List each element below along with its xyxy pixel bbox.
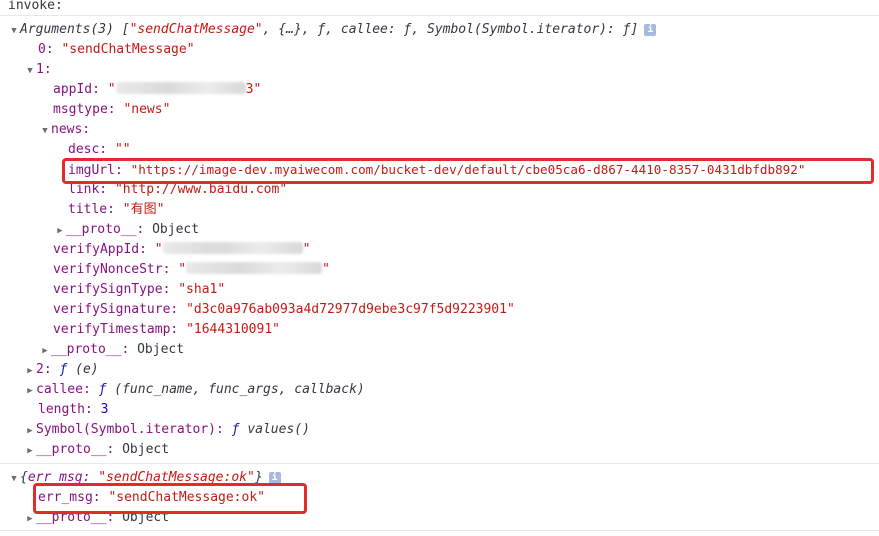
arg0-row: 0: "sendChatMessage"	[38, 42, 195, 57]
title-row: title: "有图"	[68, 202, 165, 217]
news-proto-row[interactable]: ▶ __proto__: Object	[54, 220, 199, 240]
verifysigntype-row: verifySignType: "sha1"	[53, 282, 226, 297]
verifynoncestr-row: verifyNonceStr: " "	[53, 262, 330, 277]
arg1-row[interactable]: ▼ 1:	[24, 60, 51, 81]
news-row[interactable]: ▼ news:	[39, 120, 90, 140]
arguments-summary-row[interactable]: ▼ Arguments(3) ["sendChatMessage", {…}, ƒ…	[8, 20, 657, 41]
console-separator	[0, 15, 879, 16]
collapsed-triangle-icon[interactable]: ▶	[24, 421, 36, 441]
console-separator	[0, 463, 879, 464]
expand-triangle-icon[interactable]: ▼	[39, 121, 51, 141]
verifysignature-row: verifySignature: "d3c0a976ab093a4d72977d…	[53, 302, 515, 317]
arguments-prefix: Arguments(3) [	[20, 22, 130, 37]
redacted-blur	[186, 262, 323, 274]
callee-row[interactable]: ▶ callee: ƒ (func_name, func_args, callba…	[24, 380, 364, 401]
collapsed-triangle-icon[interactable]: ▶	[24, 361, 36, 381]
arguments-proto-row[interactable]: ▶ __proto__: Object	[24, 440, 169, 460]
desc-row: desc: ""	[68, 142, 131, 157]
arguments-first: "sendChatMessage"	[129, 22, 263, 37]
collapsed-triangle-icon[interactable]: ▶	[54, 221, 66, 241]
length-row: length: 3	[38, 402, 109, 417]
redacted-blur	[162, 242, 303, 254]
arg2-row[interactable]: ▶ 2: ƒ (e)	[24, 360, 98, 381]
verifyappid-row: verifyAppId: " "	[53, 242, 311, 257]
redacted-blur	[115, 82, 246, 94]
arguments-rest: , {…}, ƒ, callee: ƒ, Symbol(Symbol.itera…	[262, 22, 639, 37]
collapsed-triangle-icon[interactable]: ▶	[39, 341, 51, 361]
msgtype-row: msgtype: "news"	[53, 102, 171, 117]
collapsed-triangle-icon[interactable]: ▶	[24, 441, 36, 461]
expand-triangle-icon[interactable]: ▼	[8, 21, 20, 41]
collapsed-triangle-icon[interactable]: ▶	[24, 381, 36, 401]
invoke-label: invoke:	[8, 0, 63, 13]
expand-triangle-icon[interactable]: ▼	[24, 61, 36, 81]
appid-row: appId: " 3"	[53, 82, 262, 97]
console-separator	[0, 530, 879, 531]
imgurl-highlight-box	[62, 158, 874, 184]
symbol-iterator-row[interactable]: ▶ Symbol(Symbol.iterator): ƒ values()	[24, 420, 310, 440]
arg1-proto-row[interactable]: ▶ __proto__: Object	[39, 340, 184, 360]
verifytimestamp-row: verifyTimestamp: "1644310091"	[53, 322, 280, 337]
err-msg-highlight-box	[33, 483, 307, 514]
expand-triangle-icon[interactable]: ▼	[8, 469, 20, 489]
info-icon[interactable]: i	[644, 24, 657, 36]
